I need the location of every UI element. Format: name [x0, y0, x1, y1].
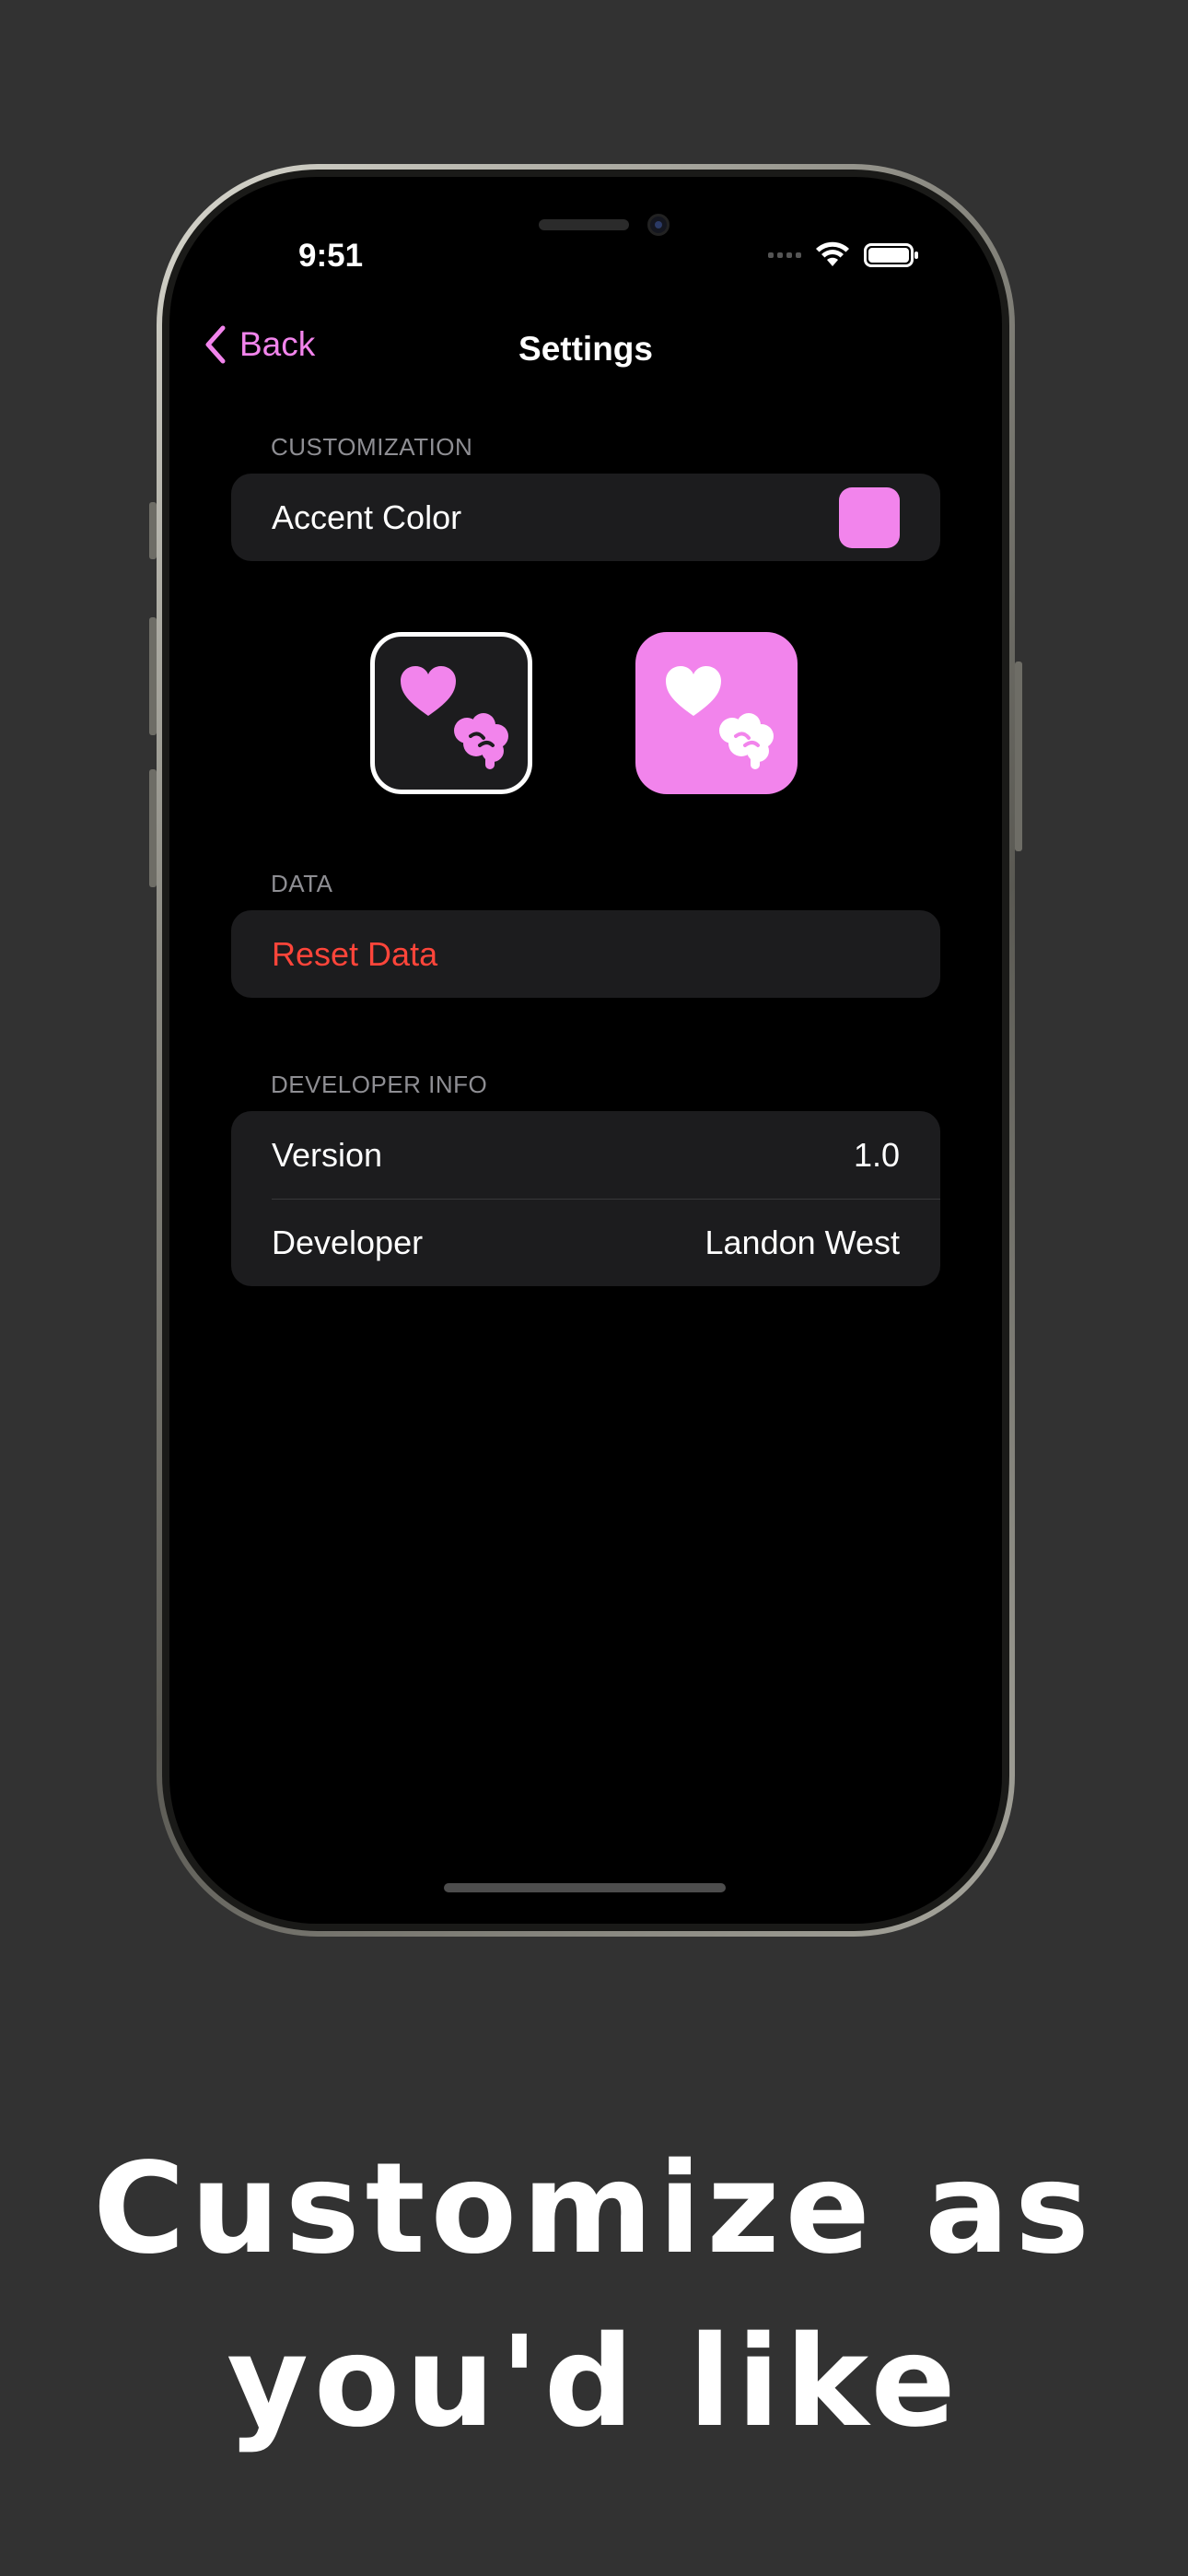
version-value: 1.0 [853, 1135, 900, 1174]
accent-color-row[interactable]: Accent Color [231, 474, 940, 561]
version-row: Version 1.0 [231, 1111, 940, 1199]
front-camera [647, 214, 670, 236]
section-header-developer-info: DEVELOPER INFO [271, 1071, 488, 1098]
heart-brain-icon [666, 666, 774, 769]
accent-color-label: Accent Color [272, 498, 462, 536]
heart-brain-icon [401, 666, 508, 769]
developer-label: Developer [272, 1223, 424, 1261]
app-icon-dark-option[interactable] [370, 632, 532, 794]
data-card: Reset Data [231, 910, 940, 998]
earpiece-speaker [539, 219, 629, 230]
developer-info-card: Version 1.0 Developer Landon West [231, 1111, 940, 1286]
page-title: Settings [518, 330, 653, 368]
volume-up-button [149, 617, 157, 735]
navigation-bar: Back Settings [169, 324, 1002, 383]
volume-down-button [149, 769, 157, 887]
power-button [1015, 662, 1022, 851]
headline-line-1: Customize as [93, 2137, 1095, 2282]
home-indicator[interactable] [444, 1883, 726, 1892]
reset-data-button[interactable]: Reset Data [231, 910, 940, 998]
phone-screen: 9:51 Back Settings CUSTOMIZATION Accent … [169, 177, 1002, 1924]
silent-switch [149, 502, 157, 559]
app-icon-pink-option[interactable] [635, 632, 798, 794]
status-time: 9:51 [298, 238, 364, 274]
version-label: Version [272, 1135, 383, 1174]
cellular-icon [768, 252, 801, 258]
headline-line-2: you'd like [227, 2310, 961, 2455]
status-icons [768, 241, 918, 269]
battery-icon [864, 243, 918, 267]
section-header-data: DATA [271, 870, 333, 897]
developer-value: Landon West [705, 1223, 900, 1261]
developer-row: Developer Landon West [231, 1199, 940, 1286]
section-header-customization: CUSTOMIZATION [271, 433, 473, 461]
accent-color-swatch[interactable] [839, 486, 900, 548]
reset-data-label: Reset Data [272, 934, 438, 973]
customization-card: Accent Color [231, 474, 940, 561]
wifi-icon [816, 241, 849, 266]
